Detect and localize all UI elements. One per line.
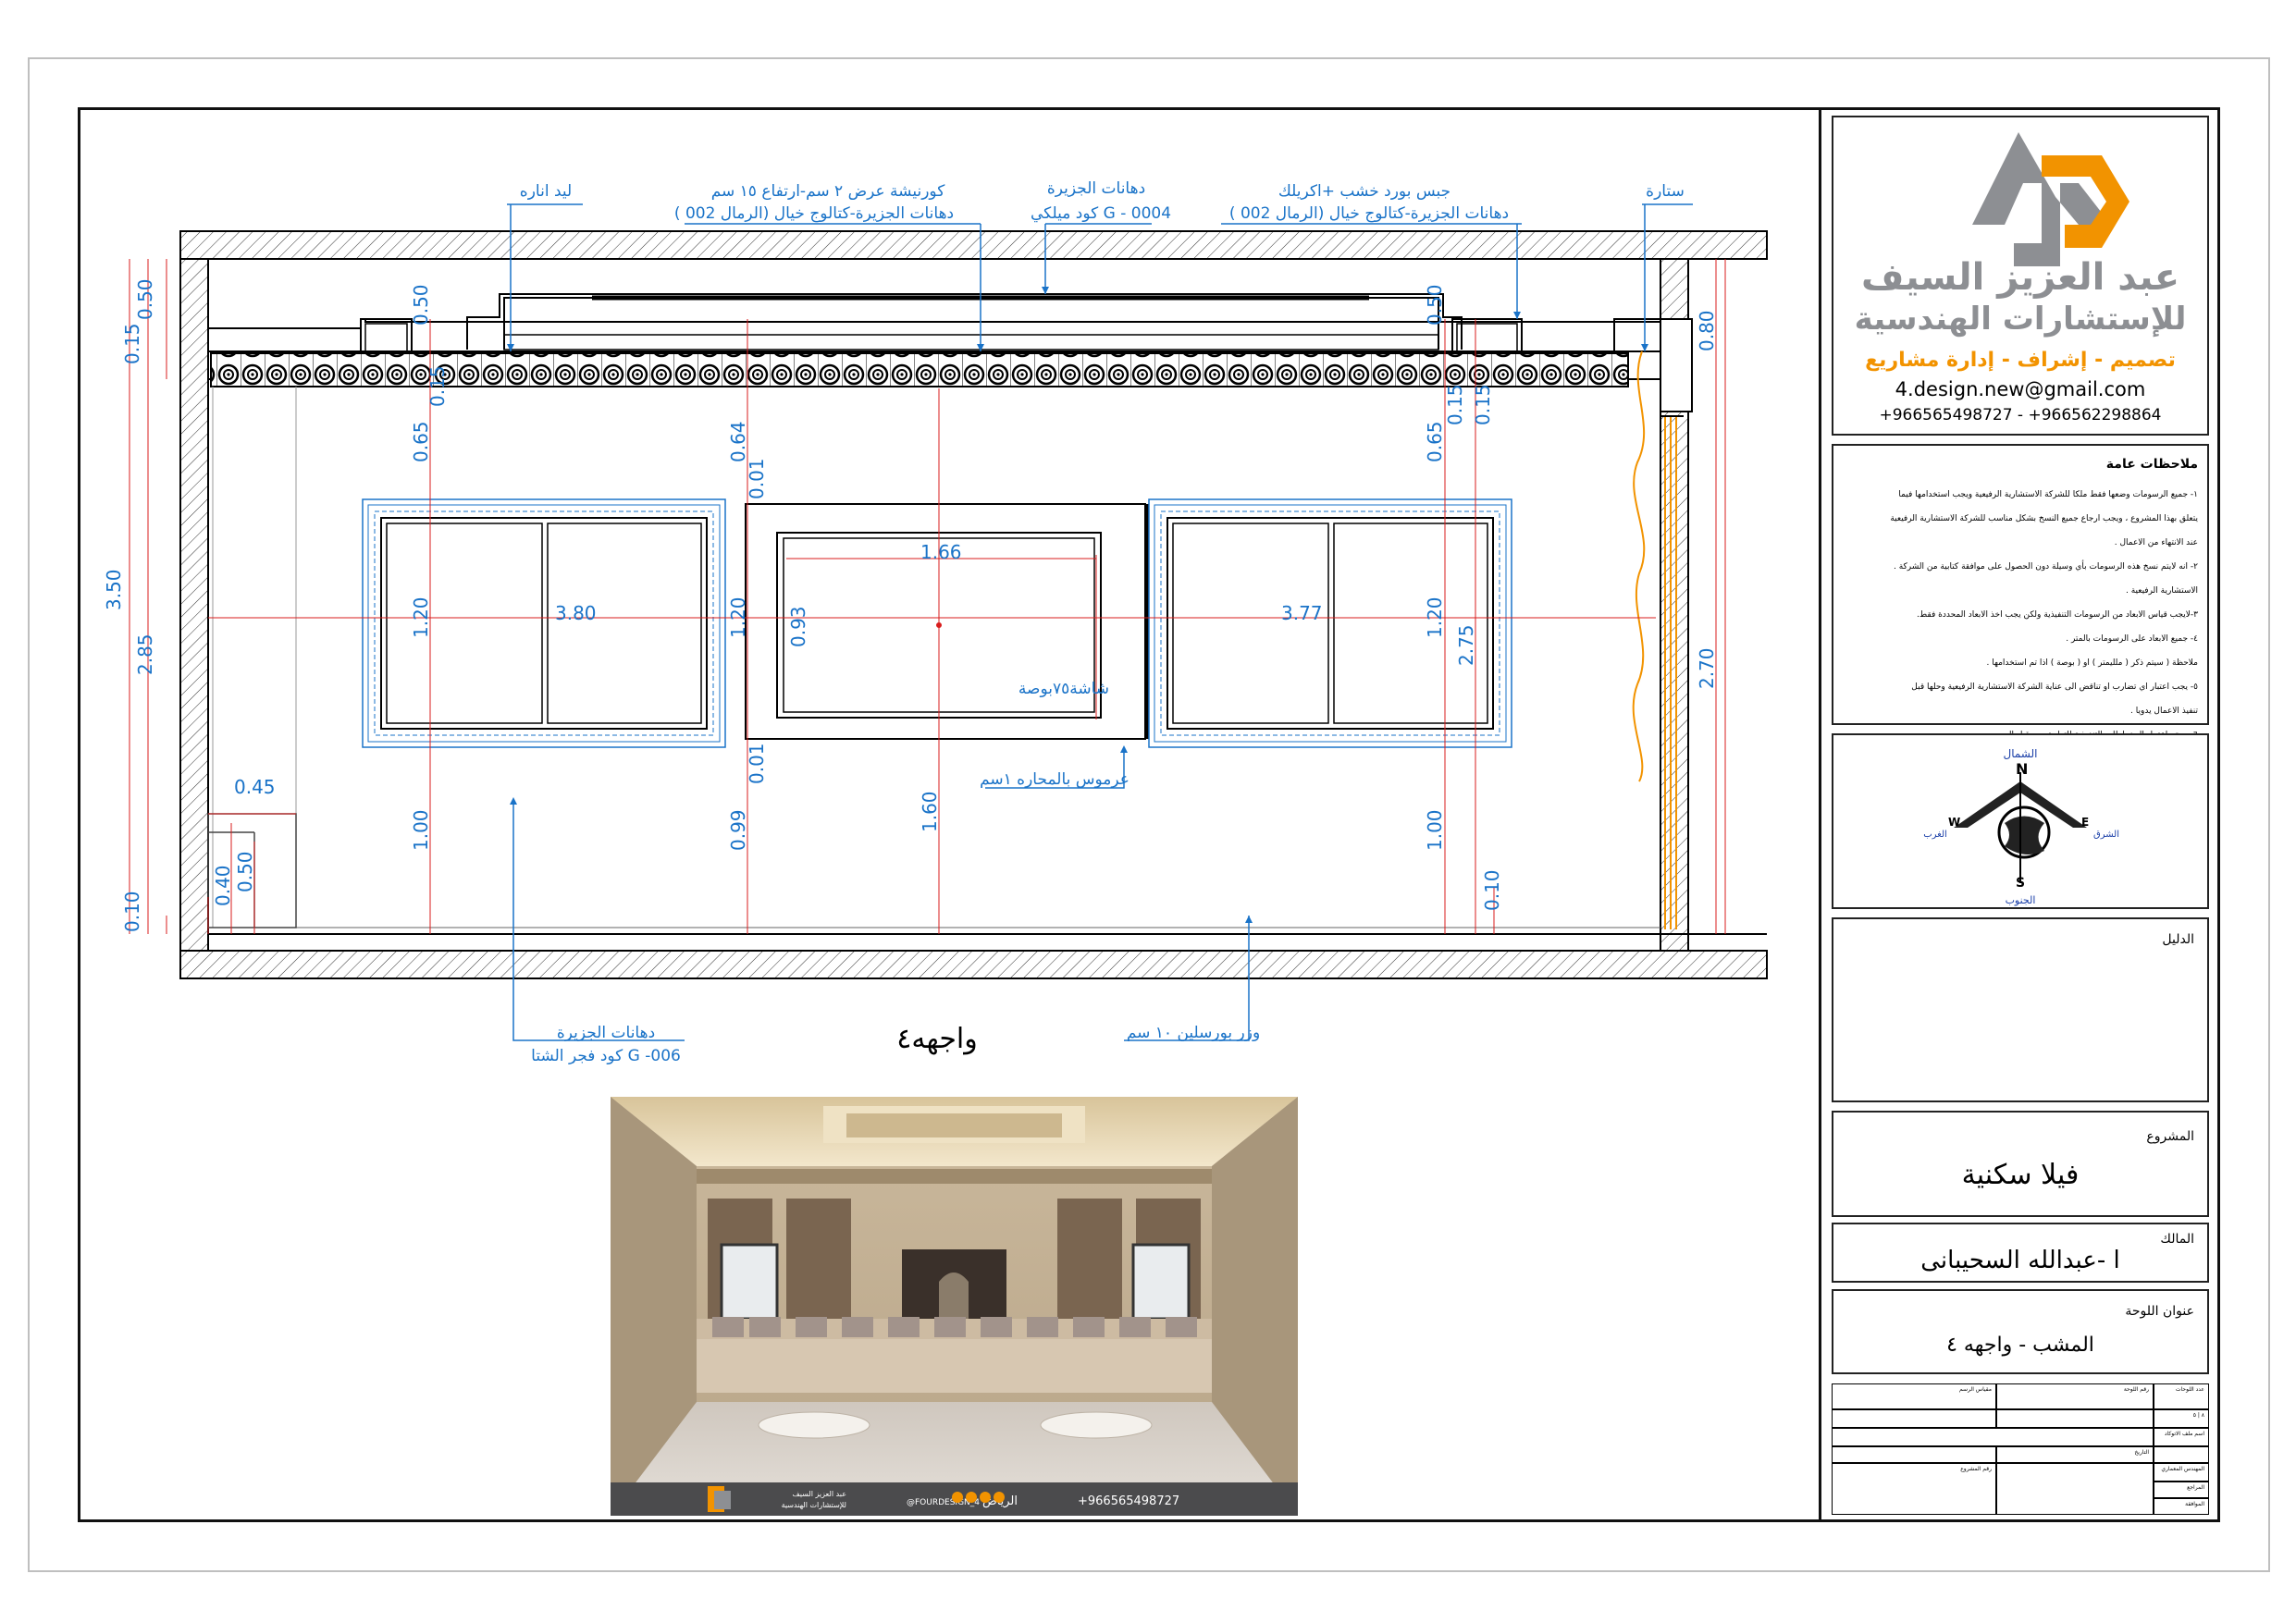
callout-paint-bottom-2: G -006 كود فجر الشتا: [531, 1047, 681, 1065]
svg-text:0.50: 0.50: [410, 284, 432, 326]
svg-text:1.20: 1.20: [1424, 596, 1446, 638]
callout-gypsum-2: دهانات الجزيرة-كتالوج خيال (الرمال 002 ): [1229, 204, 1509, 223]
svg-text:الجنوب: الجنوب: [2006, 894, 2036, 906]
project-box: المشروع فيلا سكنية: [1832, 1111, 2209, 1217]
svg-text:0.15: 0.15: [426, 365, 449, 407]
tv-label: شاشة٧٥بوصة: [1018, 680, 1109, 698]
note-line: ١- جميع الرسومات وضعها فقط ملكا للشركة ا…: [1898, 490, 2198, 499]
svg-text:0.65: 0.65: [1424, 421, 1446, 462]
callout-paint-top-1: دهانات الجزيرة: [1047, 179, 1145, 198]
note-line: عند الانتهاء من الاعمال .: [2114, 538, 2198, 547]
compass-icon: N S E W الشمال الجنوب الشرق الغرب: [1923, 747, 2119, 906]
svg-text:0.50: 0.50: [234, 851, 256, 892]
title-block-table: عدد اللوحات رقم اللوحة مقياس الرسم ٨ | ٥…: [1832, 1383, 2209, 1515]
svg-text:2.75: 2.75: [1455, 624, 1477, 666]
brand-name-line2: للإستشارات الهندسية: [1854, 301, 2187, 338]
callout-curtain: ستارة: [1646, 182, 1685, 201]
general-notes: ملاحظات عامة ١- جميع الرسومات وضعها فقط …: [1832, 444, 2209, 740]
svg-text:0.01: 0.01: [746, 743, 768, 784]
svg-text:0.65: 0.65: [410, 421, 432, 462]
svg-text:3.50: 3.50: [103, 569, 125, 610]
owner-label: المالك: [2160, 1232, 2194, 1247]
svg-text:E: E: [2081, 816, 2089, 829]
callout-cornice-2: دهانات الجزيرة-كتالوج خيال (الرمال 002 ): [674, 204, 954, 223]
project-label: المشروع: [2146, 1129, 2194, 1144]
sheet-title-box: عنوان اللوحة المشب - واجهه ٤: [1832, 1289, 2209, 1374]
note-line: ٢- انه لايتم نسخ هذه الرسومات بأي وسيلة …: [1893, 562, 2198, 572]
svg-text:0.50: 0.50: [1424, 284, 1446, 326]
svg-text:0.10: 0.10: [121, 891, 143, 932]
note-line: تنفيذ الاعمال يدويا .: [2130, 707, 2198, 716]
svg-text:0.64: 0.64: [727, 421, 749, 462]
callout-paint-top-2: G - 0004 كود ميلكي: [1031, 204, 1171, 223]
owner-box: المالك ا -عبدالله السحيبانى: [1832, 1223, 2209, 1283]
logo-box: عبد العزيز السيف للإستشارات الهندسية تصم…: [1832, 116, 2209, 436]
callout-skirting: وزر بورسلين ١٠ سم: [1127, 1024, 1260, 1042]
svg-text:1.20: 1.20: [410, 596, 432, 638]
owner-value: ا -عبدالله السحيبانى: [1920, 1247, 2120, 1274]
note-line: ملاحظة ( سيتم ذكر ( ملليمتر ) او ( بوصة …: [1986, 658, 2198, 668]
svg-text:0.40: 0.40: [212, 865, 234, 906]
floor-slab: [179, 950, 1768, 979]
svg-text:3.77: 3.77: [1281, 602, 1323, 624]
svg-text:0.15: 0.15: [1444, 384, 1466, 425]
svg-text:0.15: 0.15: [121, 323, 143, 364]
svg-text:الغرب: الغرب: [1923, 830, 1947, 840]
ceiling-slab: [179, 230, 1768, 260]
svg-text:1.20: 1.20: [727, 596, 749, 638]
svg-text:N: N: [2016, 760, 2028, 778]
render-phone: +966565498727: [1078, 1494, 1179, 1508]
svg-text:1.00: 1.00: [410, 809, 432, 851]
svg-text:الشمال: الشمال: [2003, 747, 2037, 760]
brand-services: تصميم - إشراف - إدارة مشاريع: [1865, 349, 2176, 372]
north-arrow-box: N S E W الشمال الجنوب الشرق الغرب: [1832, 733, 2209, 909]
notes-title: ملاحظات عامة: [2105, 457, 2198, 472]
svg-text:0.45: 0.45: [234, 776, 276, 798]
left-wall: [179, 258, 209, 952]
interior-render: +966565498727 الرياض @FOURDESIGN_4 عبد ا…: [611, 1097, 1298, 1516]
svg-text:1.66: 1.66: [920, 541, 962, 563]
svg-text:2.70: 2.70: [1696, 647, 1718, 689]
brand-name-line1: عبد العزيز السيف: [1860, 256, 2180, 299]
note-line: يتعلق بهذا المشروع ، ويجب ارجاع جميع الن…: [1890, 514, 2198, 523]
svg-text:1.60: 1.60: [919, 791, 941, 832]
elevation-drawing: ليد اناره كورنيشة عرض ٢ سم-ارتفاع ١٥ سم …: [103, 179, 1768, 1065]
callout-marble: عرموس بالمحاره ١سم: [980, 770, 1129, 789]
project-value: فيلا سكنية: [1961, 1159, 2080, 1191]
sheet-title-label: عنوان اللوحة: [2125, 1304, 2194, 1319]
svg-text:1.00: 1.00: [1424, 809, 1446, 851]
note-line: ٣-لايجب قياس الابعاد من الرسومات التنفيذ…: [1917, 610, 2198, 620]
svg-text:0.01: 0.01: [746, 458, 768, 499]
note-line: الاستشارية الرفيعية .: [2125, 586, 2198, 596]
note-line: ٤- جميع الابعاد على الرسومات بالمتر .: [2066, 634, 2198, 644]
svg-text:S: S: [2016, 876, 2025, 891]
ornamental-band: [210, 352, 1629, 387]
sheet-title-value: المشب - واجهه ٤: [1946, 1334, 2094, 1357]
callout-led: ليد اناره: [520, 182, 572, 201]
svg-text:0.15: 0.15: [1472, 384, 1494, 425]
notes-list: ١- جميع الرسومات وضعها فقط ملكا للشركة ا…: [1839, 483, 2198, 747]
svg-text:0.93: 0.93: [787, 606, 809, 647]
svg-text:0.80: 0.80: [1696, 310, 1718, 351]
svg-text:0.50: 0.50: [134, 278, 156, 320]
svg-text:الشرق: الشرق: [2093, 830, 2119, 840]
callout-paint-bottom-1: دهانات الجزيرة: [557, 1024, 655, 1042]
note-line: ٥- يجب اعتبار اي تضارب او تناقض الى عناي…: [1911, 682, 2198, 692]
svg-text:2.85: 2.85: [134, 633, 156, 675]
brand-phones: +966565498727 - +966562298864: [1879, 406, 2162, 424]
svg-text:W: W: [1948, 816, 1960, 829]
svg-text:عبد العزيز السيف: عبد العزيز السيف: [792, 1490, 846, 1498]
brand-email: 4.design.new@gmail.com: [1895, 378, 2146, 400]
svg-text:3.80: 3.80: [555, 602, 597, 624]
key-plan-title: الدليل: [2162, 932, 2194, 947]
drawing-title: واجهه٤: [896, 1023, 977, 1055]
svg-text:0.10: 0.10: [1481, 869, 1503, 911]
callout-cornice-1: كورنيشة عرض ٢ سم-ارتفاع ١٥ سم: [711, 182, 945, 201]
svg-text:0.99: 0.99: [727, 809, 749, 851]
callout-gypsum-1: جبس بورد خشب +اكريلك: [1278, 182, 1450, 201]
svg-text:للإستشارات الهندسية: للإستشارات الهندسية: [782, 1501, 846, 1510]
key-plan-box: الدليل: [1832, 917, 2209, 1102]
